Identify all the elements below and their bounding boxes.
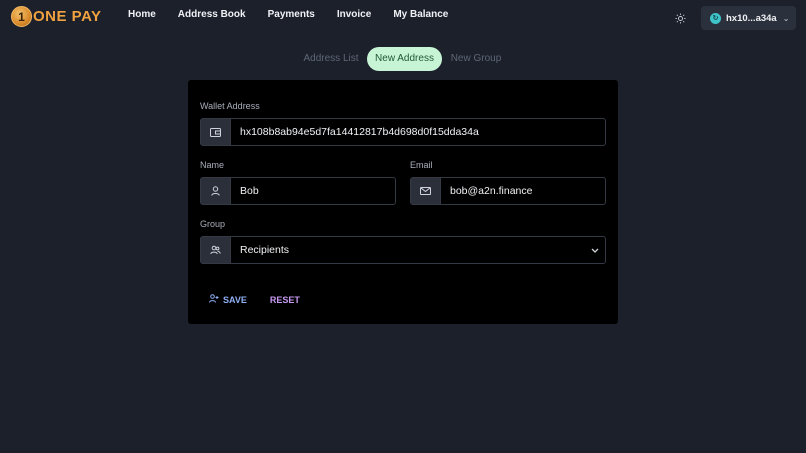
chevron-down-icon: [585, 237, 605, 263]
nav-address-book[interactable]: Address Book: [178, 9, 246, 20]
main-nav: Home Address Book Payments Invoice My Ba…: [128, 9, 470, 20]
group-value: Recipients: [240, 244, 290, 256]
new-address-form: Wallet Address hx108b8ab94e5d7fa14412817…: [188, 80, 618, 324]
top-bar: 1 ONE PAY Home Address Book Payments Inv…: [0, 0, 806, 36]
form-actions: SAVE RESET: [209, 294, 300, 305]
app-logo[interactable]: 1 ONE PAY: [11, 6, 102, 27]
email-field[interactable]: bob@a2n.finance: [410, 177, 606, 205]
chevron-down-icon: ⌄: [782, 13, 790, 23]
wallet-address-label: Wallet Address: [200, 101, 260, 111]
wallet-status-icon: ↻: [710, 12, 721, 24]
address-tabs: Address List New Address New Group: [0, 47, 806, 71]
group-icon: [201, 237, 231, 263]
name-field[interactable]: Bob: [200, 177, 396, 205]
reset-label: RESET: [269, 294, 300, 305]
email-value: bob@a2n.finance: [450, 185, 533, 197]
nav-invoice[interactable]: Invoice: [337, 9, 371, 20]
wallet-address-label: hx10...a34a: [726, 12, 777, 24]
save-button[interactable]: SAVE: [209, 294, 247, 305]
wallet-address-field[interactable]: hx108b8ab94e5d7fa14412817b4d698d0f15dda3…: [200, 118, 606, 146]
sun-icon[interactable]: [673, 11, 687, 25]
name-label: Name: [200, 160, 225, 170]
logo-coin-icon: 1: [11, 6, 32, 27]
tab-new-address[interactable]: New Address: [367, 47, 442, 71]
group-select[interactable]: Recipients: [200, 236, 606, 264]
nav-home[interactable]: Home: [128, 9, 156, 20]
logo-text: ONE PAY: [33, 8, 102, 25]
nav-my-balance[interactable]: My Balance: [393, 9, 448, 20]
group-label: Group: [200, 219, 226, 229]
user-icon: [201, 178, 231, 204]
add-user-icon: [209, 294, 219, 305]
email-label: Email: [410, 160, 433, 170]
mail-icon: [411, 178, 441, 204]
tab-new-group[interactable]: New Group: [447, 47, 505, 71]
wallet-icon: [201, 119, 231, 145]
tab-address-list[interactable]: Address List: [300, 47, 362, 71]
name-value: Bob: [240, 185, 259, 197]
wallet-address-value: hx108b8ab94e5d7fa14412817b4d698d0f15dda3…: [240, 126, 479, 138]
reset-button[interactable]: RESET: [270, 295, 300, 305]
nav-payments[interactable]: Payments: [268, 9, 315, 20]
save-label: SAVE: [223, 294, 247, 305]
wallet-button[interactable]: ↻ hx10...a34a ⌄: [701, 6, 796, 30]
